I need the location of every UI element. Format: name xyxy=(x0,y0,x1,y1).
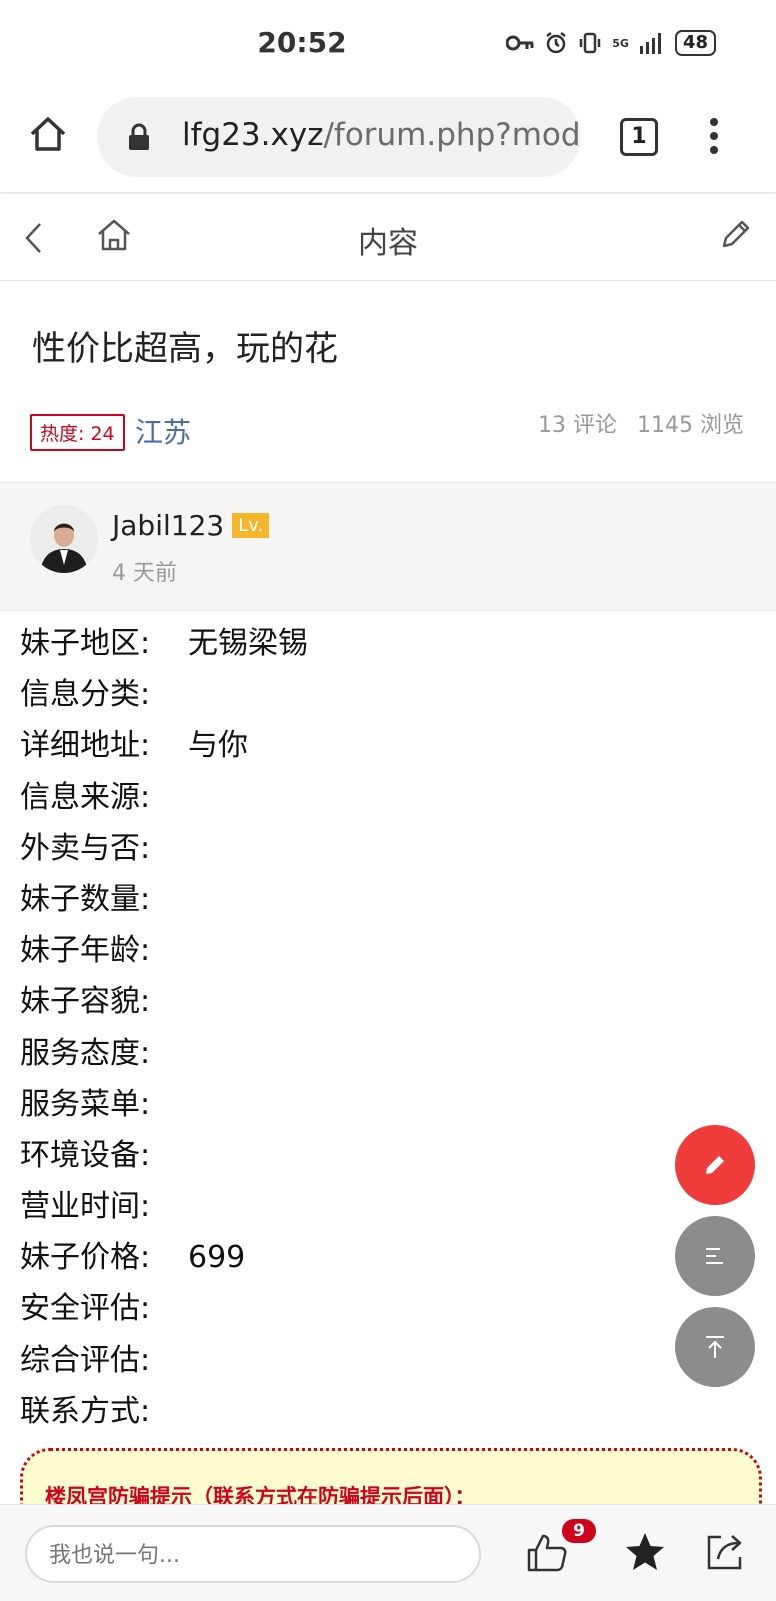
browser-home-icon[interactable] xyxy=(28,114,68,154)
field-label: 妹子价格: xyxy=(20,1240,151,1276)
field-row: 综合评估: xyxy=(20,1339,308,1390)
page-header: 内容 xyxy=(0,194,776,281)
menu-button[interactable] xyxy=(675,1216,755,1296)
field-row: 详细地址: 与你 xyxy=(20,724,308,775)
lock-icon xyxy=(129,123,149,150)
field-row: 外卖与否: xyxy=(20,827,308,878)
field-label: 详细地址: xyxy=(20,728,151,764)
field-value: 与你 xyxy=(188,728,248,764)
vpn-key-icon xyxy=(506,35,534,51)
field-row: 环境设备: xyxy=(20,1134,308,1185)
post-stats: 13 评论 1145 浏览 xyxy=(538,407,744,439)
field-label: 营业时间: xyxy=(20,1189,151,1225)
field-label: 环境设备: xyxy=(20,1137,151,1173)
field-row: 妹子年龄: xyxy=(20,929,308,980)
field-label: 信息分类: xyxy=(20,677,151,713)
avatar[interactable] xyxy=(30,505,98,573)
avatar-image xyxy=(30,505,98,573)
author-bar: Jabil123 Lv. 4 天前 xyxy=(0,482,776,611)
share-icon[interactable] xyxy=(704,1531,746,1573)
author-name[interactable]: Jabil123 Lv. xyxy=(112,509,270,542)
field-label: 服务菜单: xyxy=(20,1086,151,1122)
tab-switcher-button[interactable]: 1 xyxy=(620,118,658,156)
field-label: 联系方式: xyxy=(20,1393,151,1429)
field-row: 联系方式: xyxy=(20,1390,308,1441)
field-row: 服务态度: xyxy=(20,1032,308,1083)
url-domain: lfg23.xyz xyxy=(182,117,324,153)
like-count-badge: 9 xyxy=(562,1519,596,1543)
star-icon[interactable] xyxy=(624,1531,666,1573)
field-row: 信息来源: xyxy=(20,776,308,827)
field-label: 服务态度: xyxy=(20,1035,151,1071)
field-row: 妹子地区: 无锡梁锡 xyxy=(20,622,308,673)
bottom-action-bar: 9 xyxy=(0,1504,776,1601)
write-reply-button[interactable] xyxy=(675,1125,755,1205)
field-row: 妹子价格: 699 xyxy=(20,1236,308,1287)
status-bar: 20:52 5G 48 xyxy=(0,0,776,90)
field-value: 无锡梁锡 xyxy=(188,626,308,661)
list-icon xyxy=(706,1248,723,1264)
post-fields: 妹子地区: 无锡梁锡 信息分类: 详细地址: 与你 信息来源: 外卖与否: 妹子数量… xyxy=(20,622,308,1441)
field-value: 699 xyxy=(188,1240,246,1276)
author-name-text: Jabil123 xyxy=(112,509,225,542)
field-row: 营业时间: xyxy=(20,1185,308,1236)
page-title: 内容 xyxy=(358,226,418,261)
heat-badge: 热度: 24 xyxy=(30,414,125,451)
field-label: 妹子地区: xyxy=(20,626,151,661)
post-title: 性价比超高，玩的花 xyxy=(32,329,338,369)
field-label: 安全评估: xyxy=(20,1291,151,1327)
more-menu-icon[interactable] xyxy=(708,116,720,156)
field-row: 信息分类: xyxy=(20,673,308,724)
post-time: 4 天前 xyxy=(112,561,177,586)
view-count: 1145 浏览 xyxy=(637,413,744,438)
address-bar[interactable]: lfg23.xyz/forum.php?mod xyxy=(97,97,581,177)
field-row: 妹子数量: xyxy=(20,878,308,929)
thumbs-up-icon[interactable] xyxy=(526,1533,568,1573)
field-label: 妹子数量: xyxy=(20,881,151,917)
field-label: 外卖与否: xyxy=(20,830,151,866)
alarm-icon xyxy=(546,32,566,54)
field-row: 服务菜单: xyxy=(20,1083,308,1134)
status-icons: 5G 48 xyxy=(506,30,716,56)
comment-input[interactable] xyxy=(47,1537,461,1573)
field-label: 综合评估: xyxy=(20,1342,151,1378)
vibrate-icon xyxy=(580,32,601,54)
url-path: /forum.php?mod xyxy=(323,117,581,153)
pencil-icon xyxy=(706,1156,724,1174)
level-badge: Lv. xyxy=(232,513,270,538)
url-text: lfg23.xyz/forum.php?mod xyxy=(182,117,581,153)
arrow-up-icon xyxy=(706,1336,724,1358)
field-label: 妹子容貌: xyxy=(20,984,151,1020)
field-label: 信息来源: xyxy=(20,779,151,815)
comment-count: 13 评论 xyxy=(538,413,618,438)
signal-icon xyxy=(639,33,661,54)
field-label: 妹子年龄: xyxy=(20,933,151,969)
field-row: 妹子容貌: xyxy=(20,980,308,1031)
scroll-top-button[interactable] xyxy=(675,1307,755,1387)
network-type: 5G xyxy=(612,36,629,50)
post-header: 性价比超高，玩的花 热度: 24 江苏 13 评论 1145 浏览 xyxy=(0,281,776,481)
pencil-icon[interactable] xyxy=(718,218,752,252)
browser-toolbar: lfg23.xyz/forum.php?mod 1 xyxy=(0,92,776,192)
field-row: 安全评估: xyxy=(20,1287,308,1338)
battery-icon: 48 xyxy=(674,30,716,56)
region-link[interactable]: 江苏 xyxy=(135,411,191,451)
comment-box[interactable] xyxy=(25,1525,481,1583)
